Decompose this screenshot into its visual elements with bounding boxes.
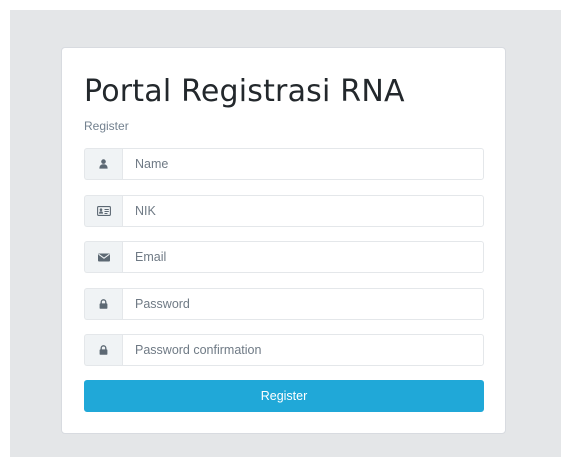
- lock-icon: [84, 288, 122, 320]
- password-input[interactable]: [122, 288, 484, 320]
- email-input-group: [84, 241, 484, 273]
- password-confirmation-input[interactable]: [122, 334, 484, 366]
- nik-input[interactable]: [122, 195, 484, 227]
- password-input-group: [84, 288, 484, 320]
- email-input[interactable]: [122, 241, 484, 273]
- register-button[interactable]: Register: [84, 380, 484, 412]
- id-card-icon: [84, 195, 122, 227]
- password-confirmation-input-group: [84, 334, 484, 366]
- register-card: Portal Registrasi RNA Register Name NIK …: [61, 47, 506, 434]
- page-subtitle: Register: [84, 119, 129, 133]
- name-input[interactable]: [122, 148, 484, 180]
- nik-input-group: [84, 195, 484, 227]
- envelope-icon: [84, 241, 122, 273]
- user-icon: [84, 148, 122, 180]
- lock-icon: [84, 334, 122, 366]
- page-title: Portal Registrasi RNA: [84, 74, 405, 109]
- name-input-group: [84, 148, 484, 180]
